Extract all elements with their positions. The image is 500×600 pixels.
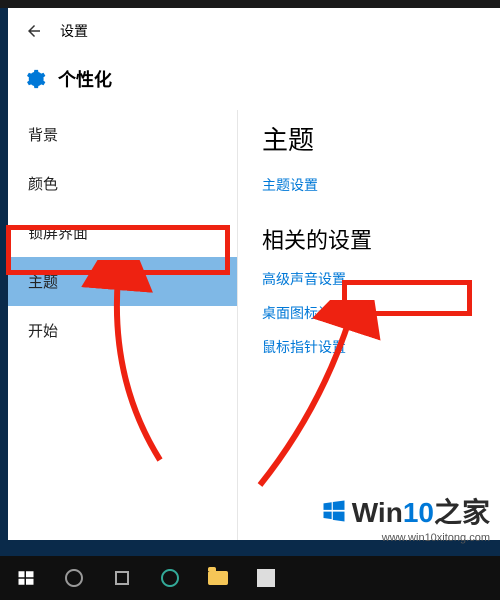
sidebar-item-themes[interactable]: 主题 bbox=[8, 257, 237, 306]
taskbar bbox=[0, 556, 500, 600]
task-view-button[interactable] bbox=[98, 556, 146, 600]
sidebar: 背景 颜色 锁屏界面 主题 开始 bbox=[8, 110, 238, 540]
store-button[interactable] bbox=[242, 556, 290, 600]
task-view-icon bbox=[115, 571, 129, 585]
category-header: 个性化 bbox=[8, 54, 500, 110]
sidebar-item-start[interactable]: 开始 bbox=[8, 306, 237, 355]
settings-window: 设置 个性化 背景 颜色 锁屏界面 主题 开始 主题 主题设置 相关的设置 高级… bbox=[8, 8, 500, 540]
category-title: 个性化 bbox=[58, 66, 112, 92]
edge-button[interactable] bbox=[146, 556, 194, 600]
store-icon bbox=[257, 569, 275, 587]
sidebar-item-colors[interactable]: 颜色 bbox=[8, 159, 237, 208]
windows-logo-icon bbox=[320, 497, 348, 532]
windows-start-icon bbox=[17, 569, 35, 587]
sidebar-item-lockscreen[interactable]: 锁屏界面 bbox=[8, 208, 237, 257]
content-pane: 主题 主题设置 相关的设置 高级声音设置 桌面图标设置 鼠标指针设置 bbox=[238, 110, 500, 540]
arrow-left-icon bbox=[25, 22, 43, 40]
gear-icon bbox=[24, 68, 46, 90]
watermark-url: www.win10xitong.com bbox=[320, 532, 490, 544]
explorer-button[interactable] bbox=[194, 556, 242, 600]
header: 设置 bbox=[8, 8, 500, 54]
edge-icon bbox=[161, 569, 179, 587]
section-title-themes: 主题 bbox=[262, 120, 476, 157]
sidebar-item-background[interactable]: 背景 bbox=[8, 110, 237, 159]
start-button[interactable] bbox=[2, 556, 50, 600]
link-advanced-sound[interactable]: 高级声音设置 bbox=[262, 269, 476, 289]
cortana-button[interactable] bbox=[50, 556, 98, 600]
header-title: 设置 bbox=[60, 21, 88, 41]
folder-icon bbox=[208, 571, 228, 585]
back-button[interactable] bbox=[12, 9, 56, 53]
link-theme-settings[interactable]: 主题设置 bbox=[262, 175, 476, 195]
section-title-related: 相关的设置 bbox=[262, 223, 476, 255]
cortana-icon bbox=[65, 569, 83, 587]
link-mouse-pointer[interactable]: 鼠标指针设置 bbox=[262, 337, 476, 357]
watermark: Win10之家 www.win10xitong.com bbox=[320, 491, 490, 544]
link-desktop-icons[interactable]: 桌面图标设置 bbox=[262, 303, 476, 323]
